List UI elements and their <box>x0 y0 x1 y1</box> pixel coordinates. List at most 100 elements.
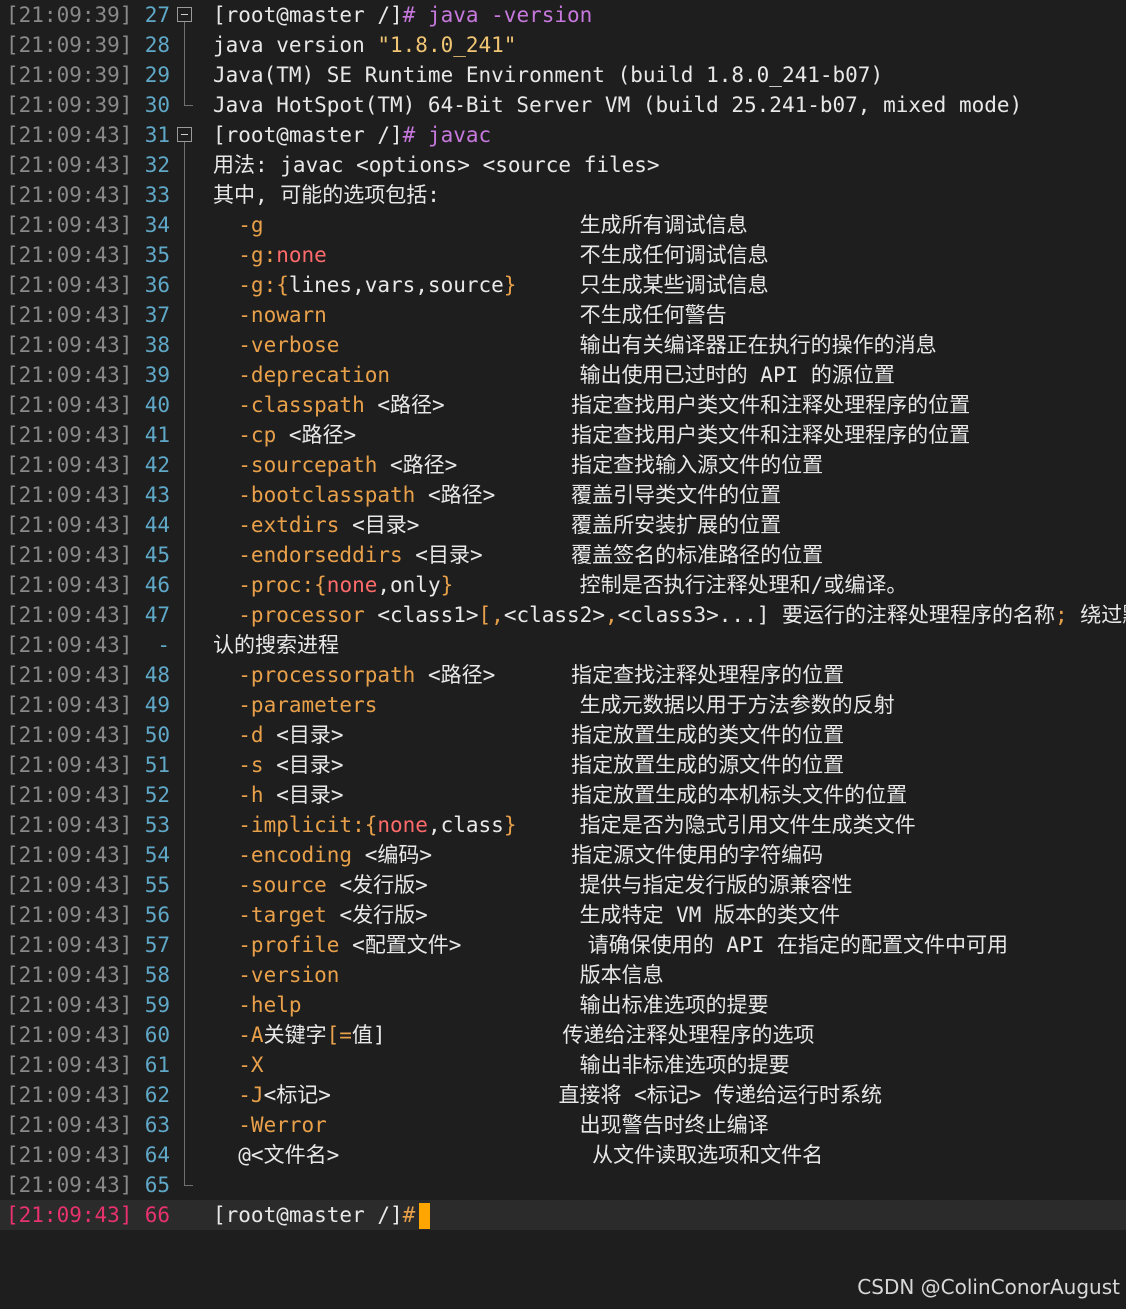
line-number: 65 <box>144 1173 170 1197</box>
text-segment: Java HotSpot(TM) 64-Bit Server VM (build… <box>213 93 1023 117</box>
timestamp: [21:09:43] <box>6 663 133 687</box>
fold-line <box>184 180 185 210</box>
text-segment: , <box>604 603 618 627</box>
fold-line <box>184 930 185 960</box>
terminal-line: [21:09:43] 46 -proc:{none,only} 控制是否执行注释处… <box>0 570 1126 600</box>
timestamp: [21:09:39] <box>6 33 133 57</box>
collapse-icon[interactable] <box>177 127 192 142</box>
text-segment: # <box>402 1203 416 1227</box>
text-segment: [root@master /] <box>213 1203 403 1227</box>
fold-gutter <box>176 210 196 240</box>
fold-gutter <box>176 180 196 210</box>
line-number: 56 <box>144 903 170 927</box>
terminal-line: [21:09:43] 58 -version 版本信息 <box>0 960 1126 990</box>
fold-line <box>184 750 185 780</box>
fold-line <box>184 870 185 900</box>
fold-gutter <box>176 90 196 120</box>
line-content: 用法: javac <options> <source files> <box>213 150 1126 180</box>
line-number: 37 <box>144 303 170 327</box>
timestamp: [21:09:43] <box>6 1023 133 1047</box>
terminal-line: [21:09:43] 60 -A关键字[=值] 传递给注释处理程序的选项 <box>0 1020 1126 1050</box>
fold-gutter <box>176 420 196 450</box>
fold-gutter <box>176 990 196 1020</box>
fold-line <box>184 540 185 570</box>
line-number: 55 <box>144 873 170 897</box>
timestamp: [21:09:39] <box>6 93 133 117</box>
terminal-line: [21:09:43] 47 -processor <class1>[,<class… <box>0 600 1126 630</box>
text-segment: -implicit:{ <box>213 813 378 837</box>
terminal-output[interactable]: [21:09:39] 27 [root@master /]# java -versi… <box>0 0 1126 1230</box>
fold-line <box>184 420 185 450</box>
terminal-line: [21:09:43] 64 @<文件名> 从文件读取选项和文件名 <box>0 1140 1126 1170</box>
text-segment: <路径> 指定查找注释处理程序的位置 <box>427 663 845 687</box>
text-segment: lines,vars,source <box>288 273 504 297</box>
fold-gutter <box>176 600 196 630</box>
timestamp: [21:09:43] <box>6 123 133 147</box>
line-content: [root@master /]# <box>213 1200 1126 1230</box>
fold-line <box>184 60 185 90</box>
text-segment: <标记> 直接将 <标记> 传递给运行时系统 <box>263 1083 883 1107</box>
line-number: 28 <box>144 33 170 57</box>
fold-line <box>184 840 185 870</box>
line-content: -J<标记> 直接将 <标记> 传递给运行时系统 <box>213 1080 1126 1110</box>
text-segment: 认的搜索进程 <box>213 633 339 657</box>
terminal-line: [21:09:43] 56 -target <发行版> 生成特定 VM 版本的类文… <box>0 900 1126 930</box>
text-segment: -processor <box>213 603 378 627</box>
timestamp: [21:09:43] <box>6 633 133 657</box>
fold-line <box>184 150 185 180</box>
line-number: 48 <box>144 663 170 687</box>
line-number: 62 <box>144 1083 170 1107</box>
text-segment: 值] 传递给注释处理程序的选项 <box>351 1023 815 1047</box>
timestamp: [21:09:43] <box>6 363 133 387</box>
fold-gutter[interactable] <box>176 0 196 30</box>
text-segment: 不生成任何调试信息 <box>326 243 769 267</box>
terminal-line: [21:09:43] 31 [root@master /]# javac <box>0 120 1126 150</box>
fold-gutter <box>176 1050 196 1080</box>
fold-end-icon <box>184 90 193 106</box>
fold-gutter <box>176 780 196 810</box>
line-number: 61 <box>144 1053 170 1077</box>
text-segment: -help <box>213 993 580 1017</box>
text-segment: 版本信息 <box>579 963 664 987</box>
terminal-line: [21:09:43] 50 -d <目录> 指定放置生成的类文件的位置 <box>0 720 1126 750</box>
collapse-icon[interactable] <box>177 7 192 22</box>
text-segment: -g: <box>213 243 277 267</box>
line-content: -target <发行版> 生成特定 VM 版本的类文件 <box>213 900 1126 930</box>
terminal-line: [21:09:43] - 认的搜索进程 <box>0 630 1126 660</box>
fold-gutter <box>176 60 196 90</box>
text-segment: # java -version <box>402 3 593 27</box>
text-segment: <目录> 指定放置生成的类文件的位置 <box>276 723 845 747</box>
timestamp: [21:09:43] <box>6 213 133 237</box>
text-segment: -cp <box>213 423 289 447</box>
text-segment: <路径> 覆盖引导类文件的位置 <box>427 483 782 507</box>
terminal-line: [21:09:39] 27 [root@master /]# java -versi… <box>0 0 1126 30</box>
text-segment: -endorseddirs <box>213 543 416 567</box>
text-segment: -classpath <box>213 393 378 417</box>
line-number: 53 <box>144 813 170 837</box>
text-segment: -target <box>213 903 340 927</box>
line-content: @<文件名> 从文件读取选项和文件名 <box>213 1140 1126 1170</box>
timestamp: [21:09:43] <box>6 993 133 1017</box>
timestamp: [21:09:43] <box>6 783 133 807</box>
fold-line <box>184 600 185 630</box>
text-segment: <路径> 指定查找用户类文件和注释处理程序的位置 <box>288 423 971 447</box>
fold-line <box>184 1110 185 1140</box>
text-cursor <box>419 1203 431 1229</box>
fold-gutter <box>176 1170 196 1200</box>
text-segment: -s <box>213 753 277 777</box>
text-segment: [root@master /] <box>213 123 403 147</box>
fold-line <box>184 240 185 270</box>
line-content: -cp <路径> 指定查找用户类文件和注释处理程序的位置 <box>213 420 1126 450</box>
line-number: 31 <box>144 123 170 147</box>
text-segment: 输出非标准选项的提要 <box>579 1053 790 1077</box>
line-content: -profile <配置文件> 请确保使用的 API 在指定的配置文件中可用 <box>213 930 1126 960</box>
fold-gutter <box>176 300 196 330</box>
timestamp: [21:09:43] <box>6 963 133 987</box>
timestamp: [21:09:43] <box>6 393 133 417</box>
terminal-line: [21:09:43] 39 -deprecation 输出使用已过时的 API 的… <box>0 360 1126 390</box>
text-segment: 控制是否执行注释处理和/或编译。 <box>453 573 908 597</box>
fold-gutter[interactable] <box>176 120 196 150</box>
text-segment: -bootclasspath <box>213 483 428 507</box>
text-segment: 用法: javac <options> <source files> <box>213 153 660 177</box>
fold-line <box>184 960 185 990</box>
